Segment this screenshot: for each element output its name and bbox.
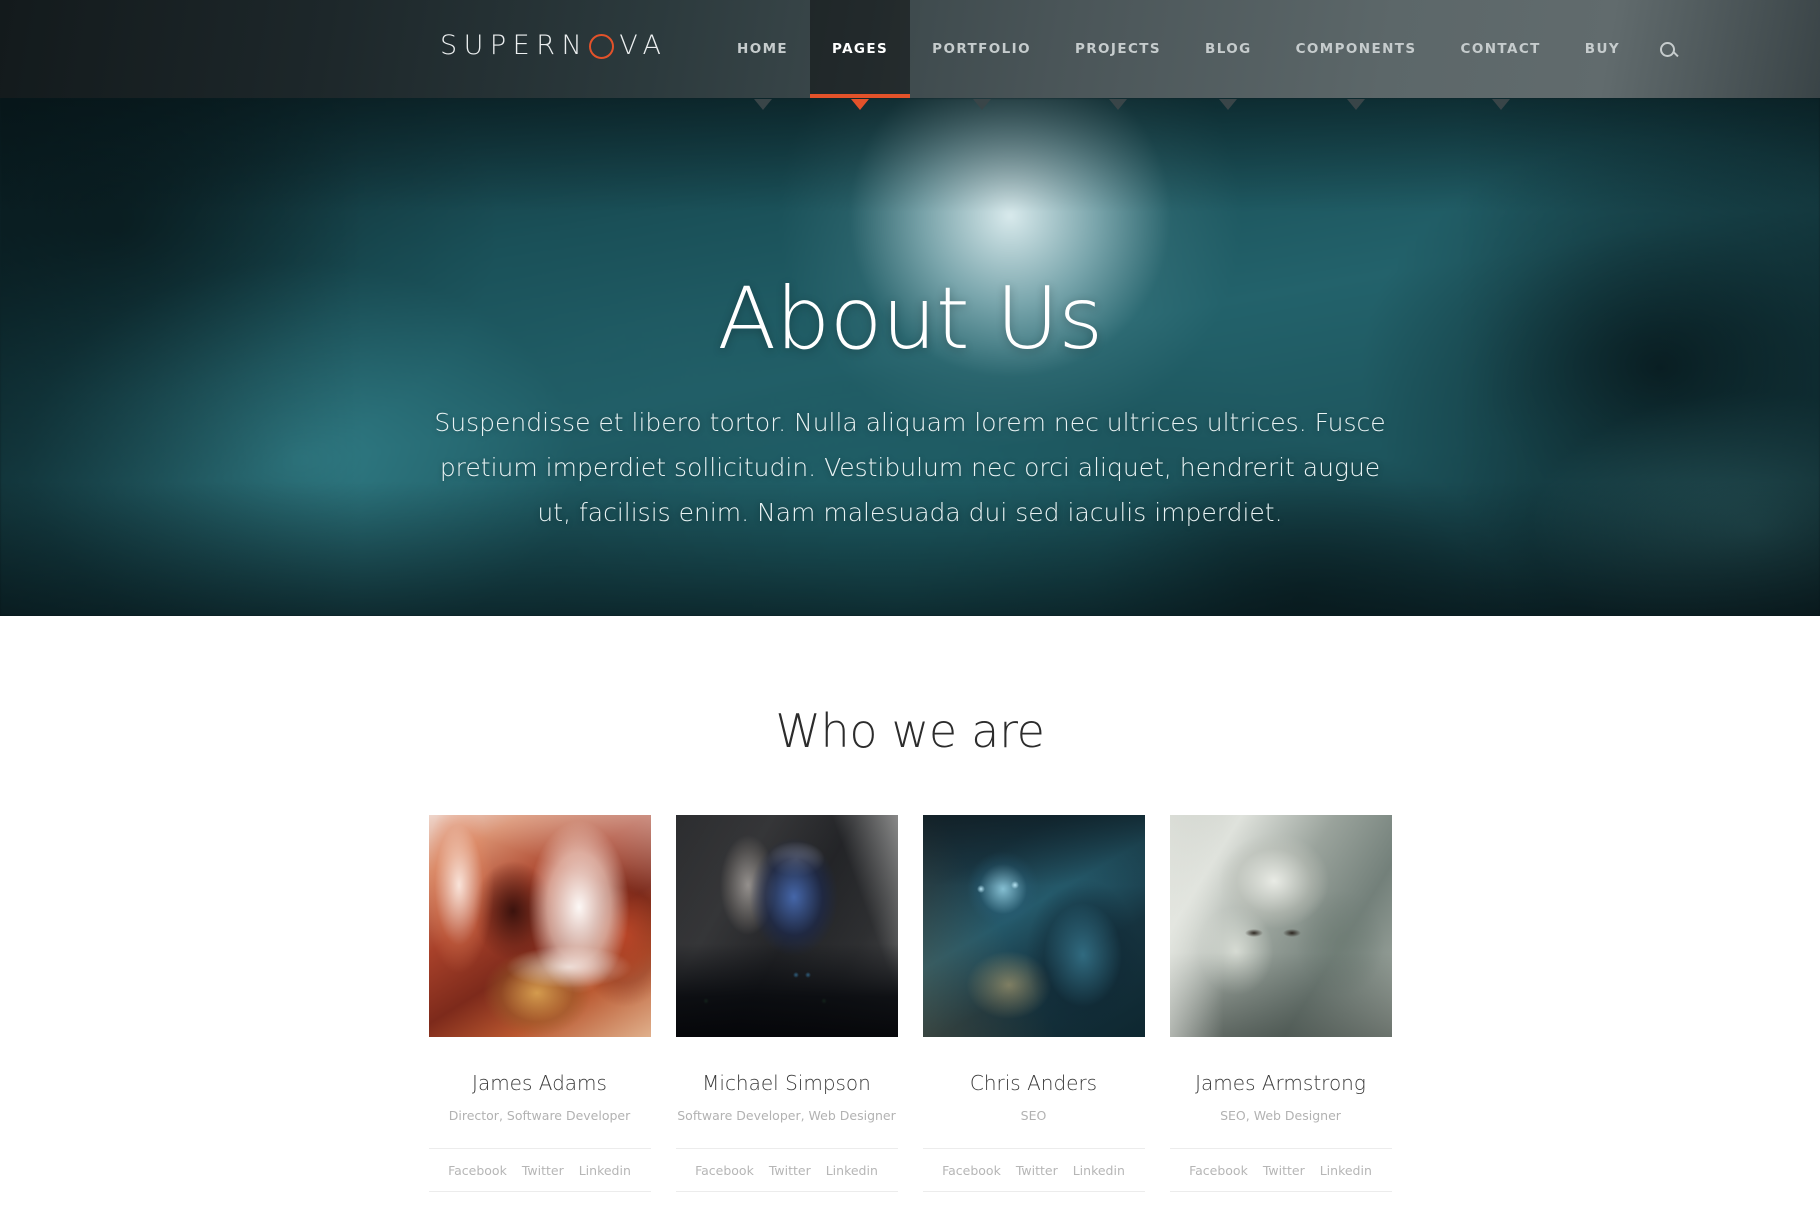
sci-fi-robot-portrait-icon (675, 815, 898, 1037)
nav-item-portfolio[interactable]: PORTFOLIO (910, 0, 1053, 110)
logo-ring-icon (589, 34, 615, 59)
logo-text-last: VA (619, 30, 668, 61)
member-role: Software Developer, Web Designer (677, 1108, 896, 1123)
main-navigation: HOME PAGES PORTFOLIO PROJECTS BLOG COMPO… (715, 0, 1701, 110)
hero-banner: About Us Suspendisse et libero tortor. N… (0, 98, 1820, 616)
nav-item-label: BUY (1584, 41, 1620, 57)
team-section: Who we are James Adams Director, Softwar… (0, 616, 1820, 1192)
member-name: James Adams (472, 1071, 607, 1095)
chevron-down-icon (1347, 99, 1366, 110)
nav-item-label: PAGES (832, 41, 889, 57)
nav-item-blog[interactable]: BLOG (1183, 0, 1274, 110)
member-role: Director, Software Developer (448, 1108, 631, 1123)
chevron-down-icon (1219, 99, 1238, 110)
member-role: SEO (1020, 1108, 1047, 1123)
nav-item-label: BLOG (1205, 41, 1252, 57)
nav-item-projects[interactable]: PROJECTS (1053, 0, 1183, 110)
member-name: Chris Anders (969, 1071, 1098, 1095)
chevron-down-icon (1108, 99, 1127, 110)
member-photo[interactable] (675, 815, 898, 1037)
nav-item-contact[interactable]: CONTACT (1439, 0, 1563, 110)
armored-knight-portrait-icon (1169, 815, 1392, 1037)
social-link-twitter[interactable]: Twitter (1263, 1163, 1305, 1178)
nav-item-label: HOME (737, 41, 789, 57)
social-link-linkedin[interactable]: Linkedin (1073, 1163, 1125, 1178)
nav-item-components[interactable]: COMPONENTS (1274, 0, 1439, 110)
member-name: Michael Simpson (702, 1071, 871, 1095)
member-role: SEO, Web Designer (1220, 1108, 1341, 1123)
horned-demon-portrait-icon (922, 815, 1145, 1037)
logo-text-first: SUPERN (440, 30, 589, 61)
team-member-card: Michael Simpson Software Developer, Web … (675, 815, 898, 1192)
hero-content: About Us Suspendisse et libero tortor. N… (0, 276, 1820, 535)
site-header: SUPERN VA HOME PAGES PORTFOLIO PROJECTS … (0, 0, 1820, 110)
nav-item-label: COMPONENTS (1295, 41, 1417, 57)
site-logo[interactable]: SUPERN VA (440, 30, 667, 61)
chevron-down-icon (1491, 99, 1510, 110)
nav-item-label: CONTACT (1460, 41, 1541, 57)
social-link-twitter[interactable]: Twitter (1016, 1163, 1058, 1178)
social-link-linkedin[interactable]: Linkedin (826, 1163, 878, 1178)
social-link-facebook[interactable]: Facebook (1189, 1163, 1248, 1178)
hero-subtitle: Suspendisse et libero tortor. Nulla aliq… (434, 408, 1386, 527)
chevron-down-icon (851, 99, 870, 110)
social-link-linkedin[interactable]: Linkedin (1320, 1163, 1372, 1178)
section-title: Who we are (775, 704, 1045, 758)
member-name: James Armstrong (1195, 1071, 1366, 1095)
member-photo[interactable] (922, 815, 1145, 1037)
member-social-links: Facebook Twitter Linkedin (1169, 1148, 1392, 1192)
member-photo[interactable] (1169, 815, 1392, 1037)
member-social-links: Facebook Twitter Linkedin (428, 1148, 651, 1192)
search-button[interactable] (1642, 0, 1701, 98)
member-social-links: Facebook Twitter Linkedin (922, 1148, 1145, 1192)
social-link-facebook[interactable]: Facebook (448, 1163, 507, 1178)
social-link-twitter[interactable]: Twitter (522, 1163, 564, 1178)
nav-item-label: PORTFOLIO (932, 41, 1031, 57)
nav-item-buy[interactable]: BUY (1563, 0, 1642, 98)
nav-item-pages[interactable]: PAGES (810, 0, 911, 110)
nav-item-home[interactable]: HOME (715, 0, 810, 110)
social-link-facebook[interactable]: Facebook (942, 1163, 1001, 1178)
social-link-facebook[interactable]: Facebook (695, 1163, 754, 1178)
chevron-down-icon (753, 99, 772, 110)
member-social-links: Facebook Twitter Linkedin (675, 1148, 898, 1192)
member-photo[interactable] (428, 815, 651, 1037)
team-grid: James Adams Director, Software Developer… (428, 815, 1392, 1192)
team-member-card: James Adams Director, Software Developer… (428, 815, 651, 1192)
chevron-down-icon (972, 99, 991, 110)
nav-item-label: PROJECTS (1074, 41, 1162, 57)
search-icon (1660, 41, 1675, 57)
team-member-card: James Armstrong SEO, Web Designer Facebo… (1169, 815, 1392, 1192)
team-member-card: Chris Anders SEO Facebook Twitter Linked… (922, 815, 1145, 1192)
social-link-twitter[interactable]: Twitter (769, 1163, 811, 1178)
page-title: About Us (717, 269, 1103, 369)
fiery-warrior-portrait-icon (428, 815, 651, 1037)
social-link-linkedin[interactable]: Linkedin (579, 1163, 631, 1178)
